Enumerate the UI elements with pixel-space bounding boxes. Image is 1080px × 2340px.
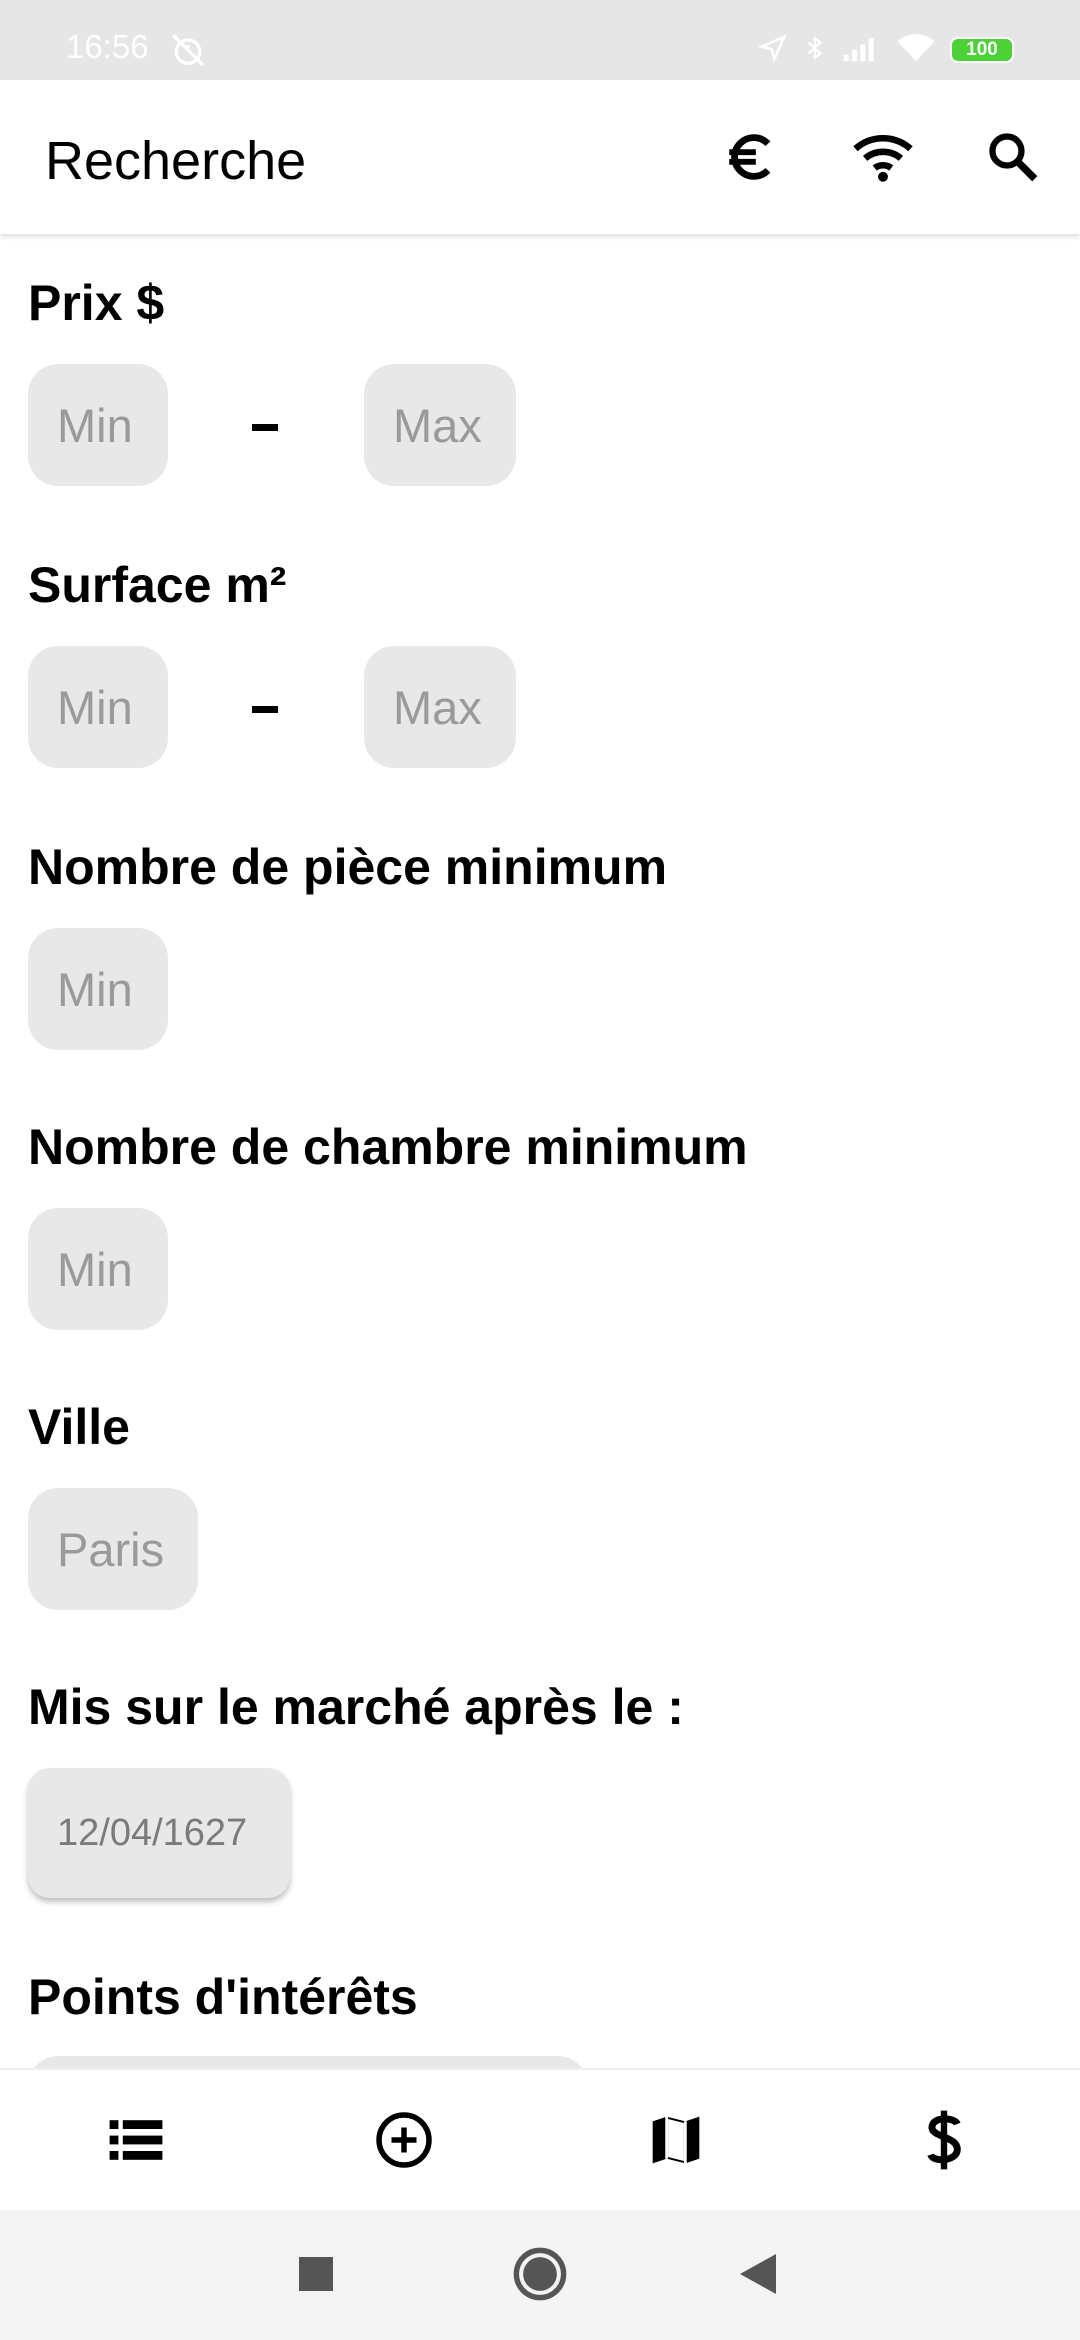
euro-icon[interactable] <box>716 122 786 192</box>
dollar-icon[interactable] <box>904 2100 984 2180</box>
signal-icon <box>842 33 882 68</box>
market-date-label: Mis sur le marché après le : <box>28 1679 684 1735</box>
status-bar: 16:56 100 <box>0 0 1080 80</box>
status-icons: 100 <box>757 28 1014 72</box>
market-date-button[interactable]: 12/04/1627 <box>28 1768 290 1898</box>
wifi-icon[interactable] <box>848 122 918 192</box>
surface-label: Surface m² <box>28 557 287 613</box>
search-icon[interactable] <box>978 122 1048 192</box>
home-icon[interactable] <box>508 2242 572 2306</box>
back-icon[interactable] <box>728 2242 792 2306</box>
rooms-label: Nombre de pièce minimum <box>28 839 668 895</box>
city-input[interactable]: Paris <box>28 1488 198 1610</box>
poi-input[interactable] <box>28 2056 588 2068</box>
add-circle-icon[interactable] <box>364 2100 444 2180</box>
search-form: Prix $ Min Max Surface m² Min Max Nombre… <box>0 234 1080 2068</box>
status-time: 16:56 <box>66 28 149 65</box>
bedrooms-label: Nombre de chambre minimum <box>28 1119 748 1175</box>
range-dash <box>252 424 278 431</box>
recents-icon[interactable] <box>284 2242 348 2306</box>
battery-indicator: 100 <box>950 37 1014 63</box>
app-bar: Recherche <box>0 80 1080 234</box>
rooms-min-input[interactable]: Min <box>28 928 168 1050</box>
poi-label: Points d'intérêts <box>28 1969 418 2025</box>
alarm-off-icon <box>168 30 208 75</box>
bedrooms-min-input[interactable]: Min <box>28 1208 168 1330</box>
bluetooth-icon <box>802 31 828 70</box>
location-icon <box>757 33 788 68</box>
city-label: Ville <box>28 1399 130 1455</box>
price-label: Prix $ <box>28 275 165 331</box>
page-title: Recherche <box>45 131 307 191</box>
wifi-status-icon <box>896 32 936 69</box>
surface-max-input[interactable]: Max <box>364 646 516 768</box>
price-max-input[interactable]: Max <box>364 364 516 486</box>
range-dash <box>252 706 278 713</box>
bottom-navigation <box>0 2068 1080 2210</box>
list-icon[interactable] <box>96 2100 176 2180</box>
surface-min-input[interactable]: Min <box>28 646 168 768</box>
map-icon[interactable] <box>636 2100 716 2180</box>
price-min-input[interactable]: Min <box>28 364 168 486</box>
system-navigation <box>0 2210 1080 2340</box>
